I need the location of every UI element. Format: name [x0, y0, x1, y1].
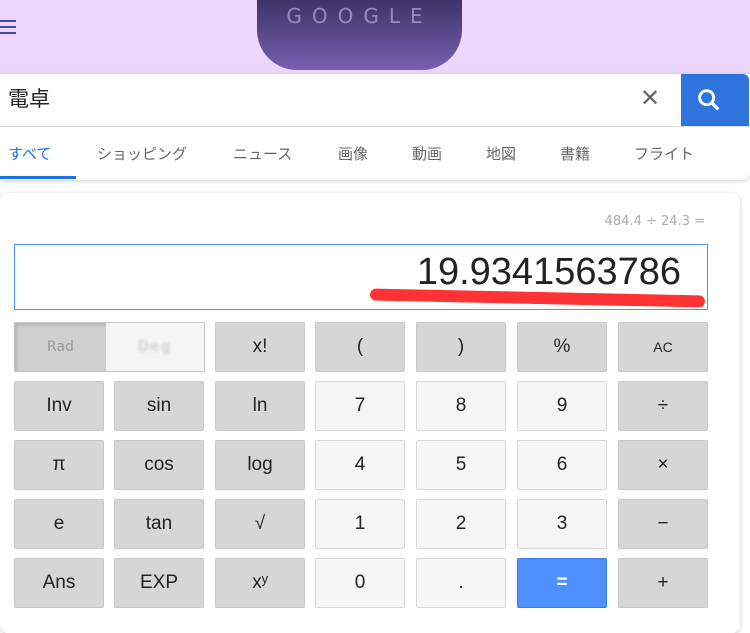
- google-doodle-logo[interactable]: GOOGLE: [257, 0, 462, 70]
- key-9[interactable]: 9: [517, 381, 607, 431]
- tab-2[interactable]: ニュース: [233, 127, 292, 179]
- rad-button[interactable]: Rad: [15, 323, 106, 371]
- key-ln[interactable]: ln: [215, 381, 305, 431]
- tab-0[interactable]: すべて: [0, 127, 76, 179]
- key-÷[interactable]: ÷: [618, 381, 708, 431]
- menu-icon[interactable]: [0, 20, 16, 36]
- key-8[interactable]: 8: [416, 381, 506, 431]
- key-π[interactable]: π: [14, 440, 104, 490]
- key-3[interactable]: 3: [517, 499, 607, 549]
- deg-label: Deg: [137, 339, 173, 355]
- key-)[interactable]: ): [416, 322, 506, 372]
- key-2[interactable]: 2: [416, 499, 506, 549]
- tab-5[interactable]: 地図: [486, 127, 516, 179]
- header: GOOGLE: [0, 0, 750, 75]
- key-.[interactable]: .: [416, 558, 506, 608]
- deg-button[interactable]: Deg: [106, 323, 204, 371]
- key-log[interactable]: log: [215, 440, 305, 490]
- calc-history: 484.4 ÷ 24.3 =: [604, 214, 705, 229]
- search-box: ✕ すべてショッピングニュース画像動画地図書籍フライト: [0, 74, 750, 180]
- key-0[interactable]: 0: [315, 558, 405, 608]
- key-√[interactable]: √: [215, 499, 305, 549]
- key-5[interactable]: 5: [416, 440, 506, 490]
- key-Ans[interactable]: Ans: [14, 558, 104, 608]
- search-icon: [698, 89, 720, 111]
- key-+[interactable]: +: [618, 558, 708, 608]
- tab-1[interactable]: ショッピング: [97, 127, 187, 179]
- key-4[interactable]: 4: [315, 440, 405, 490]
- key-EXP[interactable]: EXP: [114, 558, 204, 608]
- key-7[interactable]: 7: [315, 381, 405, 431]
- key-=[interactable]: =: [517, 558, 607, 608]
- key-e[interactable]: e: [14, 499, 104, 549]
- tab-7[interactable]: フライト: [634, 127, 694, 179]
- key-([interactable]: (: [315, 322, 405, 372]
- key-−[interactable]: −: [618, 499, 708, 549]
- key-xʸ[interactable]: xʸ: [215, 558, 305, 608]
- tab-6[interactable]: 書籍: [560, 127, 590, 179]
- search-button[interactable]: [681, 74, 749, 126]
- tab-4[interactable]: 動画: [412, 127, 442, 179]
- angle-mode-toggle[interactable]: Rad Deg: [14, 322, 205, 372]
- close-icon[interactable]: ✕: [640, 84, 660, 112]
- key-tan[interactable]: tan: [114, 499, 204, 549]
- key-AC[interactable]: AC: [618, 322, 708, 372]
- key-%[interactable]: %: [517, 322, 607, 372]
- search-input[interactable]: [8, 86, 608, 110]
- tab-3[interactable]: 画像: [338, 127, 368, 179]
- key-1[interactable]: 1: [315, 499, 405, 549]
- key-6[interactable]: 6: [517, 440, 607, 490]
- key-sin[interactable]: sin: [114, 381, 204, 431]
- key-cos[interactable]: cos: [114, 440, 204, 490]
- key-x![interactable]: x!: [215, 322, 305, 372]
- key-×[interactable]: ×: [618, 440, 708, 490]
- key-Inv[interactable]: Inv: [14, 381, 104, 431]
